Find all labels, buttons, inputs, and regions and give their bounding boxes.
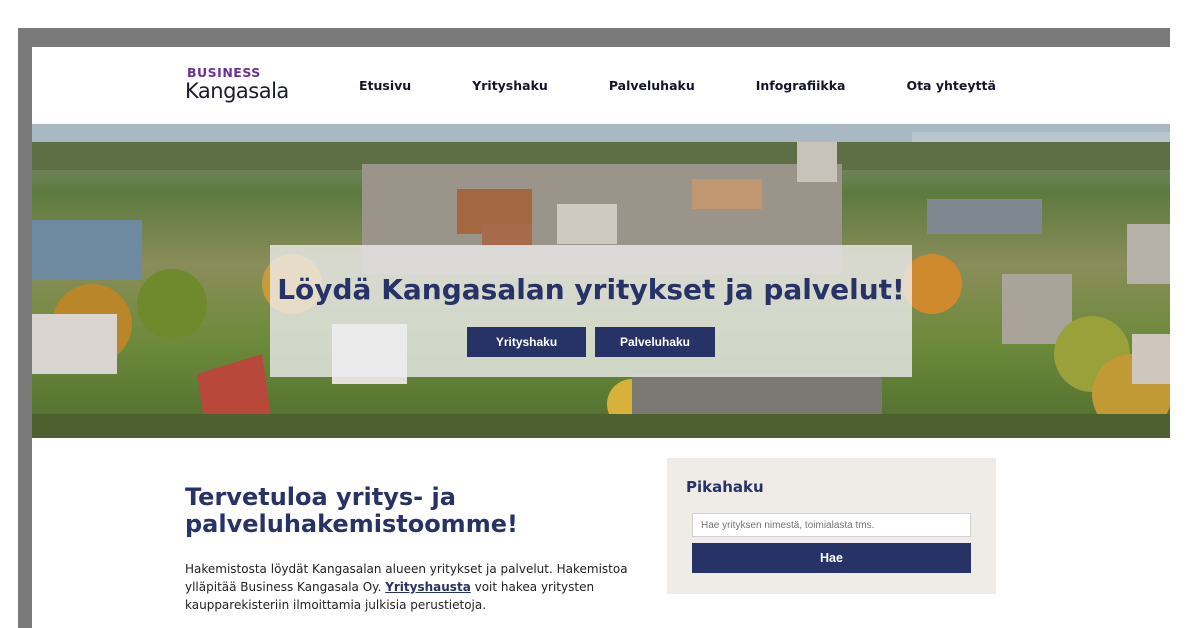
window-shadow-left [18,28,32,628]
hero-title: Löydä Kangasalan yritykset ja palvelut! [277,273,905,306]
quick-search-input[interactable] [692,513,971,537]
quick-search-title: Pikahaku [686,478,764,496]
welcome-text: Hakemistosta löydät Kangasalan alueen yr… [185,560,655,614]
yrityshaku-inline-link[interactable]: Yrityshausta [385,580,471,594]
main-nav: Etusivu Yrityshaku Palveluhaku Infografi… [359,78,1057,93]
page: BUSINESS Kangasala Etusivu Yrityshaku Pa… [32,47,1170,628]
nav-item-yrityshaku[interactable]: Yrityshaku [472,78,548,93]
welcome-title: Tervetuloa yritys- ja palveluhakemistoom… [185,483,518,538]
nav-item-ota-yhteytta[interactable]: Ota yhteyttä [906,78,995,93]
hero-yrityshaku-button[interactable]: Yrityshaku [467,327,586,357]
site-header: BUSINESS Kangasala Etusivu Yrityshaku Pa… [32,47,1170,124]
hero-overlay-panel: Löydä Kangasalan yritykset ja palvelut! … [270,245,912,377]
nav-item-infografiikka[interactable]: Infografiikka [756,78,846,93]
quick-search-button[interactable]: Hae [692,543,971,573]
logo-business-text: BUSINESS [187,65,261,80]
nav-item-palveluhaku[interactable]: Palveluhaku [609,78,695,93]
hero-banner: Löydä Kangasalan yritykset ja palvelut! … [32,124,1170,438]
window-shadow-top [18,28,1170,48]
hero-palveluhaku-button[interactable]: Palveluhaku [595,327,715,357]
quick-search-panel: Pikahaku Hae [667,458,996,594]
nav-item-etusivu[interactable]: Etusivu [359,78,411,93]
logo-kangasala-text: Kangasala [185,79,289,103]
business-kangasala-logo[interactable]: BUSINESS Kangasala [185,65,295,102]
